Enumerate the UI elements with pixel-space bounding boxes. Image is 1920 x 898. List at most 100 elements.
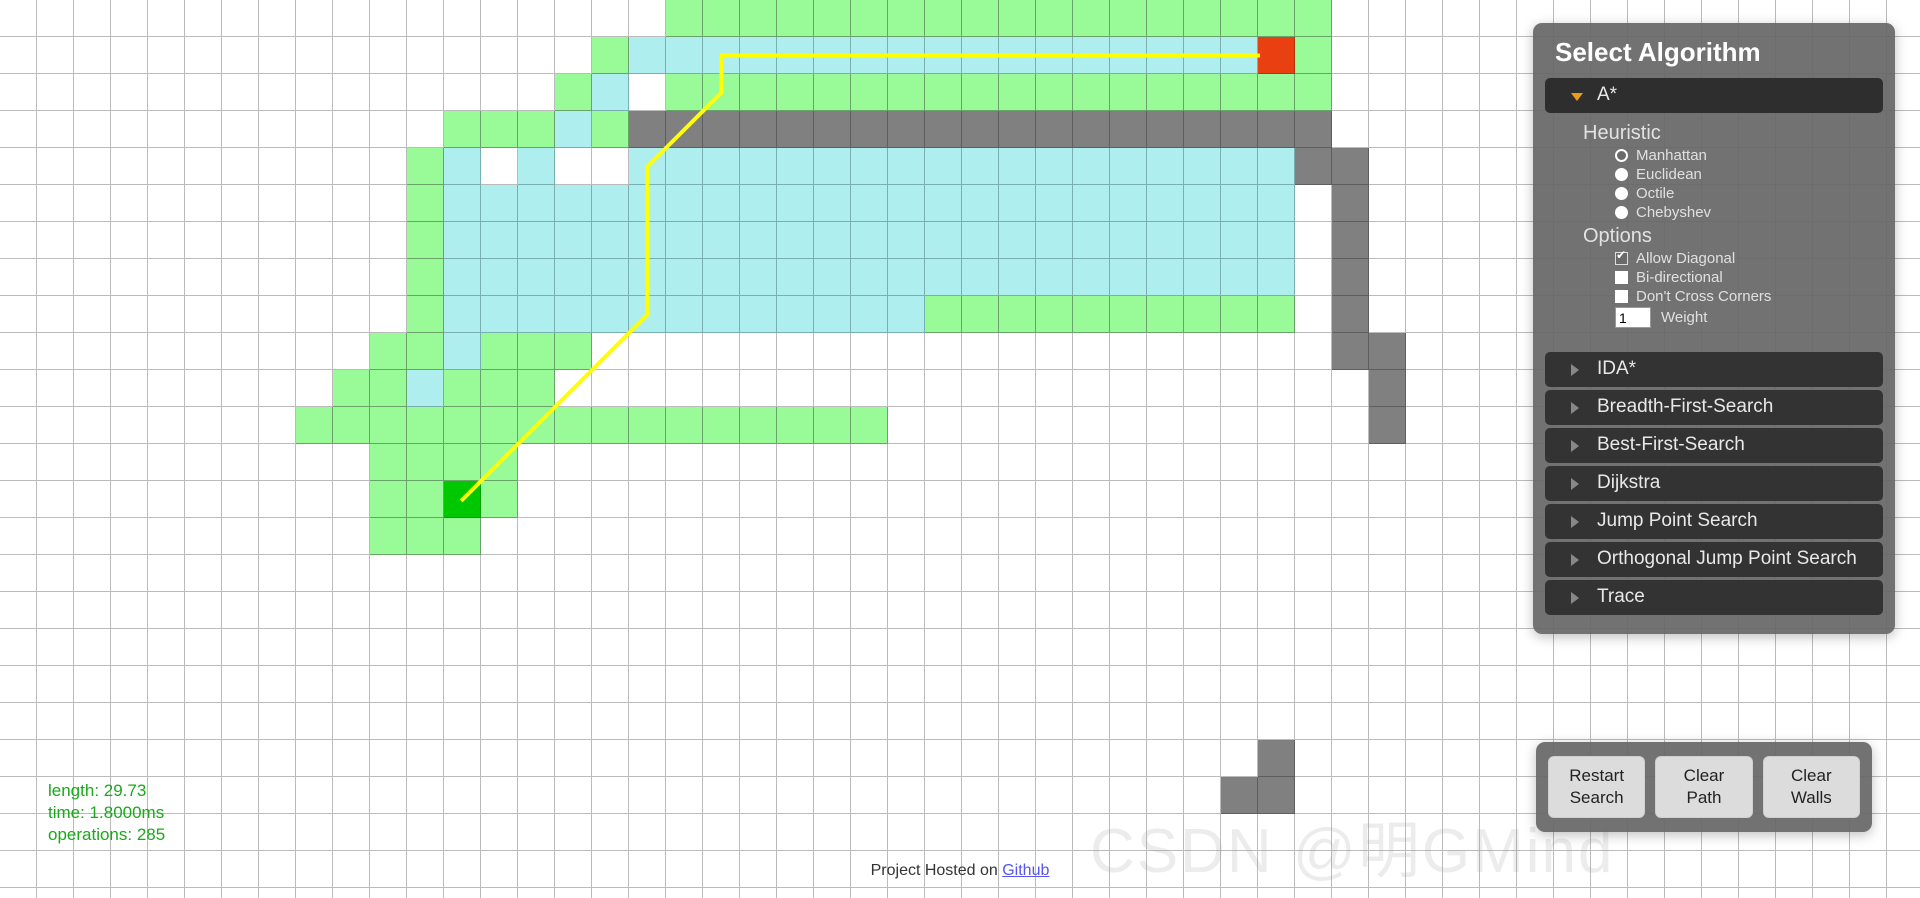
grid-cell[interactable]: [703, 370, 740, 407]
grid-cell[interactable]: [185, 296, 222, 333]
grid-cell[interactable]: [370, 259, 407, 296]
grid-cell[interactable]: [296, 666, 333, 703]
grid-cell[interactable]: [407, 444, 444, 481]
grid-cell[interactable]: [1184, 259, 1221, 296]
grid-cell[interactable]: [407, 592, 444, 629]
grid-cell[interactable]: [1702, 888, 1739, 898]
grid-cell[interactable]: [999, 296, 1036, 333]
grid-cell[interactable]: [1147, 37, 1184, 74]
grid-cell[interactable]: [1036, 407, 1073, 444]
grid-cell[interactable]: [111, 888, 148, 898]
grid-cell[interactable]: [888, 666, 925, 703]
grid-cell[interactable]: [1258, 592, 1295, 629]
grid-cell[interactable]: [1221, 777, 1258, 814]
grid-cell[interactable]: [222, 666, 259, 703]
grid-cell[interactable]: [592, 37, 629, 74]
grid-cell[interactable]: [370, 296, 407, 333]
grid-cell[interactable]: [851, 0, 888, 37]
grid-cell[interactable]: [925, 74, 962, 111]
grid-cell[interactable]: [814, 777, 851, 814]
grid-cell[interactable]: [333, 555, 370, 592]
grid-cell[interactable]: [925, 185, 962, 222]
grid-cell[interactable]: [111, 370, 148, 407]
grid-cell[interactable]: [111, 555, 148, 592]
grid-cell[interactable]: [481, 370, 518, 407]
grid-cell[interactable]: [814, 296, 851, 333]
grid-cell[interactable]: [259, 703, 296, 740]
grid-cell[interactable]: [740, 259, 777, 296]
grid-cell[interactable]: [333, 814, 370, 851]
grid-cell[interactable]: [370, 407, 407, 444]
grid-cell[interactable]: [1776, 666, 1813, 703]
grid-cell[interactable]: [888, 407, 925, 444]
grid-cell[interactable]: [1036, 666, 1073, 703]
grid-cell[interactable]: [1221, 740, 1258, 777]
grid-cell[interactable]: [1887, 703, 1920, 740]
grid-cell[interactable]: [444, 333, 481, 370]
grid-cell[interactable]: [1295, 111, 1332, 148]
grid-cell[interactable]: [259, 222, 296, 259]
grid-cell[interactable]: [666, 555, 703, 592]
grid-cell[interactable]: [777, 444, 814, 481]
grid-cell[interactable]: [740, 111, 777, 148]
grid-cell[interactable]: [1369, 407, 1406, 444]
grid-cell[interactable]: [1406, 222, 1443, 259]
grid-cell[interactable]: [555, 444, 592, 481]
grid-cell[interactable]: [999, 37, 1036, 74]
grid-cell[interactable]: [1369, 703, 1406, 740]
grid-cell[interactable]: [1554, 629, 1591, 666]
grid-cell[interactable]: [222, 222, 259, 259]
grid-cell[interactable]: [1332, 814, 1369, 851]
grid-cell[interactable]: [1443, 333, 1480, 370]
grid-cell[interactable]: [888, 333, 925, 370]
grid-cell[interactable]: [1702, 703, 1739, 740]
grid-cell[interactable]: [1332, 259, 1369, 296]
grid-cell[interactable]: [814, 888, 851, 898]
grid-cell[interactable]: [1443, 296, 1480, 333]
grid-cell[interactable]: [1221, 555, 1258, 592]
grid-cell[interactable]: [1406, 296, 1443, 333]
grid-cell[interactable]: [1295, 703, 1332, 740]
grid-cell[interactable]: [592, 555, 629, 592]
grid-cell[interactable]: [1036, 740, 1073, 777]
grid-cell[interactable]: [518, 444, 555, 481]
grid-cell[interactable]: [1110, 259, 1147, 296]
grid-cell[interactable]: [222, 481, 259, 518]
grid-cell[interactable]: [370, 111, 407, 148]
grid-cell[interactable]: [1369, 111, 1406, 148]
grid-cell[interactable]: [666, 629, 703, 666]
grid-cell[interactable]: [1184, 703, 1221, 740]
grid-cell[interactable]: [1517, 629, 1554, 666]
grid-cell[interactable]: [1480, 740, 1517, 777]
grid-cell[interactable]: [1036, 814, 1073, 851]
grid-cell[interactable]: [592, 814, 629, 851]
grid-cell[interactable]: [1073, 111, 1110, 148]
grid-cell[interactable]: [1369, 148, 1406, 185]
grid-cell[interactable]: [555, 888, 592, 898]
grid-cell[interactable]: [851, 740, 888, 777]
grid-cell[interactable]: [814, 666, 851, 703]
grid-cell[interactable]: [222, 629, 259, 666]
grid-cell[interactable]: [592, 0, 629, 37]
grid-cell[interactable]: [481, 148, 518, 185]
grid-cell[interactable]: [851, 481, 888, 518]
grid-cell[interactable]: [111, 703, 148, 740]
grid-cell[interactable]: [925, 481, 962, 518]
grid-cell[interactable]: [592, 407, 629, 444]
grid-cell[interactable]: [555, 592, 592, 629]
grid-cell[interactable]: [407, 407, 444, 444]
grid-cell[interactable]: [1369, 185, 1406, 222]
grid-cell[interactable]: [370, 333, 407, 370]
grid-cell[interactable]: [1147, 0, 1184, 37]
grid-cell[interactable]: [851, 555, 888, 592]
grid-cell[interactable]: [1369, 444, 1406, 481]
grid-cell[interactable]: [1850, 703, 1887, 740]
grid-cell[interactable]: [666, 407, 703, 444]
grid-cell[interactable]: [185, 333, 222, 370]
grid-cell[interactable]: [1184, 740, 1221, 777]
grid-cell[interactable]: [1406, 111, 1443, 148]
grid-cell[interactable]: [1295, 629, 1332, 666]
grid-cell[interactable]: [703, 703, 740, 740]
grid-cell[interactable]: [518, 111, 555, 148]
grid-cell[interactable]: [259, 777, 296, 814]
